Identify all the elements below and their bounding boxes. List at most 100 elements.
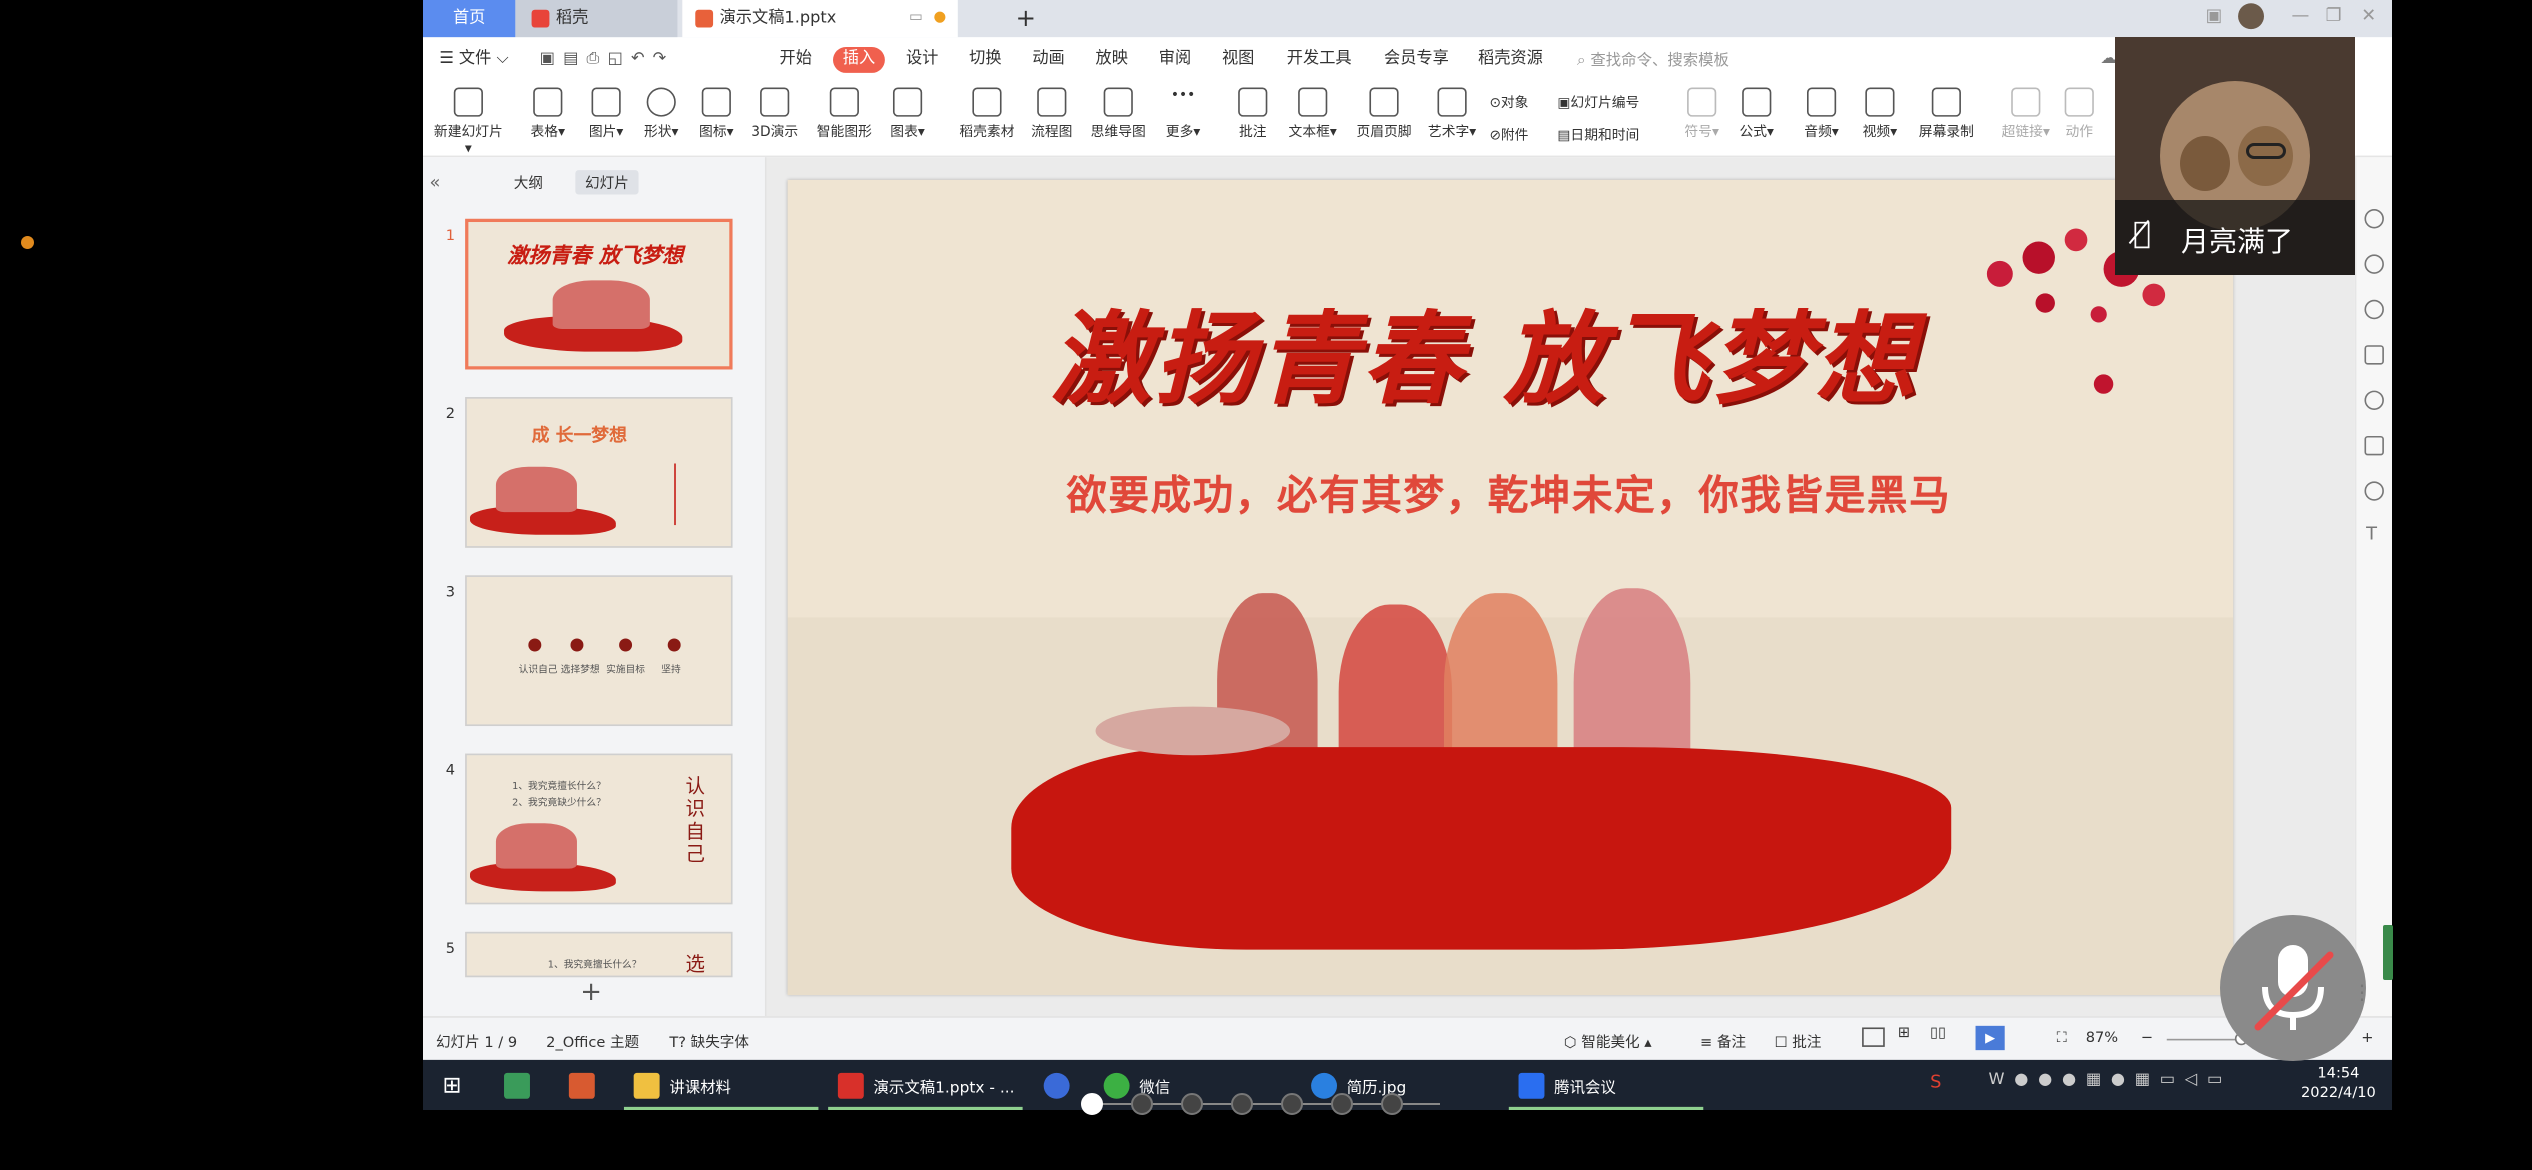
rocket-icon[interactable]: [2364, 209, 2384, 229]
taskbar-wps[interactable]: 演示文稿1.pptx - ...: [837, 1060, 1015, 1110]
hyperlink-button[interactable]: 超链接▾: [1998, 87, 2053, 141]
help-icon[interactable]: [2364, 390, 2384, 411]
object-button[interactable]: ⊙对象: [1489, 92, 1528, 112]
menu-insert[interactable]: 插入: [833, 46, 885, 73]
menu-review[interactable]: 审阅: [1159, 47, 1191, 73]
menu-view[interactable]: 视图: [1222, 47, 1254, 73]
minimize-icon[interactable]: —: [2292, 5, 2310, 26]
page-indicator-dot-5[interactable]: [1281, 1093, 1303, 1115]
comment-button[interactable]: 批注: [1233, 87, 1272, 141]
taskbar-folder[interactable]: 讲课材料: [633, 1060, 731, 1110]
tab-document[interactable]: 演示文稿1.pptx ▭ ●: [682, 0, 958, 38]
new-tab-button[interactable]: +: [1010, 0, 1042, 37]
tab-home[interactable]: 首页: [423, 0, 516, 38]
menu-transition[interactable]: 切换: [969, 47, 1001, 73]
restore-icon[interactable]: ❐: [2326, 5, 2342, 26]
menu-file[interactable]: ☰ 文件 ⌵: [439, 47, 509, 73]
slide-thumbnail-2[interactable]: 成 长一梦想: [465, 397, 733, 548]
settings-sliders-icon[interactable]: [2364, 254, 2384, 274]
flowchart-button[interactable]: 流程图: [1026, 87, 1078, 141]
3d-presentation-button[interactable]: 3D演示: [747, 87, 802, 141]
smart-beautify-button[interactable]: ⬡ 智能美化 ▴: [1564, 1031, 1652, 1052]
taskbar-tencent-meeting[interactable]: 腾讯会议: [1518, 1060, 1616, 1110]
menu-member[interactable]: 会员专享: [1384, 47, 1449, 73]
table-button[interactable]: 表格▾: [523, 87, 572, 141]
page-indicator-dot-3[interactable]: [1181, 1093, 1203, 1115]
new-slide-button[interactable]: 新建幻灯片▾: [433, 87, 504, 157]
slide-number-button[interactable]: ▣幻灯片编号: [1557, 92, 1639, 112]
star-icon[interactable]: [2364, 299, 2384, 320]
icon-button[interactable]: 图标▾: [692, 87, 741, 141]
header-footer-button[interactable]: 页眉页脚: [1350, 87, 1418, 141]
screen-record-button[interactable]: 屏幕录制: [1914, 87, 1979, 141]
textbox-button[interactable]: 文本框▾: [1285, 87, 1340, 141]
tab-slides[interactable]: 幻灯片: [575, 170, 639, 195]
slide-subtitle[interactable]: 欲要成功，必有其梦，乾坤未定，你我皆是黑马: [1006, 463, 2011, 521]
menu-developer[interactable]: 开发工具: [1287, 47, 1352, 73]
text-icon[interactable]: T: [2366, 523, 2377, 544]
tab-daoke[interactable]: 稻壳: [515, 0, 678, 38]
page-indicator-dot-2[interactable]: [1131, 1093, 1153, 1115]
command-search[interactable]: ⌕ 查找命令、搜索模板: [1577, 47, 1729, 70]
wordart-button[interactable]: 艺术字▾: [1425, 87, 1480, 141]
slide-title[interactable]: 激扬青春 放飞梦想: [1047, 277, 1922, 423]
quick-access-toolbar[interactable]: ▣▤⎙◱↶↷: [540, 47, 675, 73]
more-button[interactable]: ••• 更多▾: [1159, 88, 1208, 141]
zoom-level[interactable]: 87%: [2086, 1031, 2118, 1047]
system-tray-icons[interactable]: W●●●▦●▦▭◁▭: [1988, 1071, 2232, 1089]
slide-sorter-icon[interactable]: ⊞: [1898, 1026, 1910, 1042]
zoom-out-icon[interactable]: −: [2141, 1031, 2153, 1047]
datetime-button[interactable]: ▤日期和时间: [1557, 125, 1639, 144]
browser-taskbar-icon[interactable]: [1043, 1060, 1080, 1110]
menu-start[interactable]: 开始: [780, 47, 812, 73]
image-icon[interactable]: [2364, 435, 2384, 456]
symbol-button[interactable]: 符号▾: [1681, 87, 1723, 141]
close-icon[interactable]: ✕: [2361, 5, 2376, 26]
audio-button[interactable]: 音频▾: [1797, 87, 1846, 141]
picture-button[interactable]: 图片▾: [582, 87, 631, 141]
layout-icon[interactable]: ▣: [2206, 5, 2223, 26]
play-slideshow-icon[interactable]: ▶: [1975, 1025, 2005, 1051]
fit-window-icon[interactable]: ⛶: [2057, 1031, 2067, 1047]
more-options-icon[interactable]: ⋮: [2352, 980, 2372, 1004]
system-clock[interactable]: 14:54 2022/4/10: [2301, 1065, 2376, 1104]
start-button[interactable]: ⊞: [442, 1060, 461, 1110]
sogou-icon[interactable]: S: [1930, 1071, 1941, 1092]
tab-outline[interactable]: 大纲: [504, 170, 553, 194]
menu-animation[interactable]: 动画: [1032, 47, 1064, 73]
shape-button[interactable]: 形状▾: [637, 87, 686, 141]
current-slide[interactable]: 激扬青春 放飞梦想 欲要成功，必有其梦，乾坤未定，你我皆是黑马: [787, 179, 2234, 996]
menu-design[interactable]: 设计: [906, 47, 938, 73]
menu-daoke-resources[interactable]: 稻壳资源: [1478, 47, 1543, 73]
slide-thumbnail-1[interactable]: 激扬青春 放飞梦想: [465, 218, 733, 370]
chart-button[interactable]: 图表▾: [883, 87, 932, 141]
location-icon[interactable]: [2364, 481, 2384, 501]
notes-button[interactable]: ≡ 备注: [1700, 1031, 1746, 1052]
daoke-material-button[interactable]: 稻壳素材: [955, 87, 1020, 141]
add-slide-button[interactable]: +: [580, 976, 602, 1007]
excel-taskbar-icon[interactable]: [504, 1060, 540, 1110]
monitor-icon[interactable]: ▭: [909, 0, 923, 37]
menu-slideshow[interactable]: 放映: [1096, 47, 1128, 73]
action-button[interactable]: 动作: [2060, 87, 2099, 141]
slide-thumbnail-3[interactable]: 认识自己 选择梦想 实施目标 坚持: [465, 575, 733, 727]
normal-view-icon[interactable]: [1862, 1027, 1885, 1047]
page-indicator-dot-6[interactable]: [1331, 1093, 1353, 1115]
smart-graphic-button[interactable]: 智能图形: [812, 87, 877, 141]
formula-button[interactable]: 公式▾: [1732, 87, 1781, 141]
page-indicator-dot-1[interactable]: [1081, 1093, 1103, 1115]
missing-fonts-button[interactable]: ꓔ? 缺失字体: [669, 1031, 749, 1052]
page-indicator-dot-7[interactable]: [1381, 1093, 1403, 1115]
slide-thumbnail-4[interactable]: 1、我究竟擅长什么？ 2、我究竟缺少什么？ 认识自己: [465, 753, 733, 905]
mindmap-button[interactable]: 思维导图: [1084, 87, 1152, 141]
ppt-taskbar-icon[interactable]: [568, 1060, 605, 1110]
meeting-mic-button[interactable]: [2220, 915, 2366, 1061]
reading-view-icon[interactable]: ▯▯: [1930, 1026, 1946, 1042]
comments-toggle-button[interactable]: ☐ 批注: [1775, 1031, 1822, 1052]
attachment-button[interactable]: ⊘附件: [1489, 125, 1528, 144]
video-button[interactable]: 视频▾: [1856, 87, 1905, 141]
copy-icon[interactable]: [2364, 345, 2384, 365]
user-avatar[interactable]: [2238, 3, 2265, 30]
slide-thumbnail-5[interactable]: 1、我究竟擅长什么？ 选: [465, 931, 733, 978]
page-indicator-dot-4[interactable]: [1231, 1093, 1253, 1115]
